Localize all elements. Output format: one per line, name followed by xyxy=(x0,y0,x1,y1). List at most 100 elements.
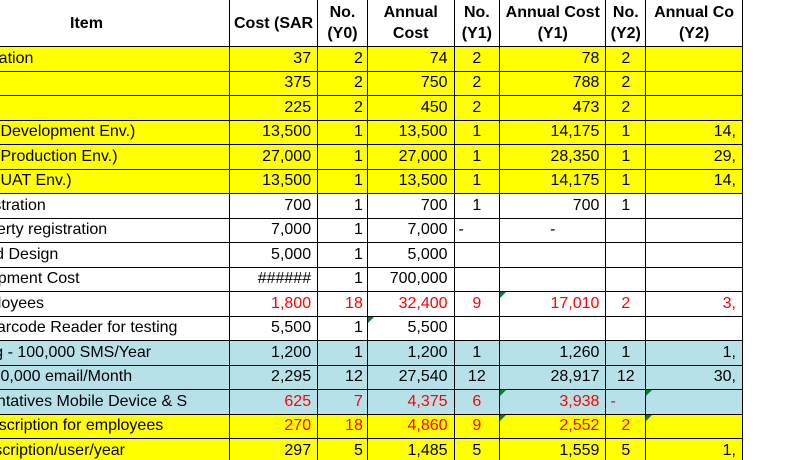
cell-annual-y2[interactable]: 3, xyxy=(645,291,743,317)
cell-no-y1[interactable]: 12 xyxy=(453,364,501,390)
cell-no-y0[interactable]: 7 xyxy=(317,389,368,415)
cell-annual-y1[interactable] xyxy=(499,242,607,268)
cell-no-y1[interactable]: 2 xyxy=(453,95,501,121)
cell-no-y2[interactable]: 12 xyxy=(605,364,647,390)
cell-item[interactable]: or employees xyxy=(0,291,230,317)
cell-item[interactable]: ter & Barcode Reader for testing xyxy=(0,315,230,341)
cell-item[interactable]: y Registration xyxy=(0,193,230,219)
cell-item[interactable]: Development Cost xyxy=(0,266,230,292)
cell-annual-y1[interactable]: 3,938 xyxy=(499,389,607,415)
cell-no-y2[interactable]: 2 xyxy=(605,291,647,317)
header-no-y1[interactable]: No. (Y1) xyxy=(453,0,501,47)
cell-no-y2[interactable]: 1 xyxy=(605,168,647,194)
cell-no-y2[interactable]: 5 xyxy=(605,438,647,460)
cell-annual-y1[interactable]: 17,010 xyxy=(499,291,607,317)
cell-no-y2[interactable]: 2 xyxy=(605,70,647,96)
cell-no-y2[interactable] xyxy=(605,266,647,292)
cell-cost[interactable]: 5,500 xyxy=(228,315,319,341)
cell-annual-y2[interactable] xyxy=(645,193,743,219)
cell-cost[interactable]: 297 xyxy=(228,438,319,460)
cell-annual-y2[interactable] xyxy=(645,266,743,292)
cell-item[interactable]: ssaging - 100,000 SMS/Year xyxy=(0,340,230,366)
cell-annual-y2[interactable]: 14, xyxy=(645,168,743,194)
cell-no-y1[interactable]: 2 xyxy=(453,70,501,96)
cell-no-y1[interactable]: 1 xyxy=(453,144,501,170)
cell-annual-y2[interactable]: 30, xyxy=(645,364,743,390)
cell-item[interactable]: Registration xyxy=(0,46,230,72)
cell-annual[interactable]: 750 xyxy=(366,70,455,96)
cell-no-y0[interactable]: 1 xyxy=(317,119,368,145)
cell-cost[interactable]: 2,295 xyxy=(228,364,319,390)
cell-no-y2[interactable] xyxy=(605,217,647,243)
cell-item[interactable]: al property registration xyxy=(0,217,230,243)
cell-no-y1[interactable]: - xyxy=(453,217,501,243)
cell-no-y1[interactable]: 1 xyxy=(453,340,501,366)
cell-annual-y2[interactable] xyxy=(645,217,743,243)
cell-annual[interactable]: 4,860 xyxy=(366,413,455,439)
header-cost[interactable]: Cost (SAR xyxy=(228,0,319,47)
cell-annual[interactable]: 32,400 xyxy=(366,291,455,317)
cell-annual[interactable]: 13,500 xyxy=(366,168,455,194)
cell-cost[interactable]: 700 xyxy=(228,193,319,219)
cell-no-y0[interactable]: 18 xyxy=(317,291,368,317)
cell-no-y0[interactable]: 1 xyxy=(317,193,368,219)
cell-annual-y1[interactable]: 78 xyxy=(499,46,607,72)
cell-cost[interactable]: 625 xyxy=(228,389,319,415)
header-no-y2[interactable]: No. (Y2) xyxy=(605,0,647,47)
cell-item[interactable]: d Brand Design xyxy=(0,242,230,268)
cell-item[interactable]: et Subscription/user/year xyxy=(0,438,230,460)
cell-item[interactable]: 65 Subscription for employees xyxy=(0,413,230,439)
cell-cost[interactable]: 27,000 xyxy=(228,144,319,170)
cell-no-y2[interactable]: 1 xyxy=(605,119,647,145)
cell-annual-y2[interactable] xyxy=(645,70,743,96)
cell-no-y2[interactable]: 2 xyxy=(605,95,647,121)
cell-no-y2[interactable]: 2 xyxy=(605,46,647,72)
cell-no-y0[interactable]: 18 xyxy=(317,413,368,439)
cell-no-y0[interactable]: 1 xyxy=(317,242,368,268)
cell-annual-y1[interactable]: 14,175 xyxy=(499,168,607,194)
cell-annual-y1[interactable]: 1,559 xyxy=(499,438,607,460)
cell-annual[interactable]: 1,200 xyxy=(366,340,455,366)
cell-no-y1[interactable]: 1 xyxy=(453,168,501,194)
cell-item[interactable]: osting (Development Env.) xyxy=(0,119,230,145)
cell-no-y1[interactable]: 1 xyxy=(453,193,501,219)
cell-cost[interactable]: 13,500 xyxy=(228,168,319,194)
cell-annual-y2[interactable]: 14, xyxy=(645,119,743,145)
cell-annual-y1[interactable]: 14,175 xyxy=(499,119,607,145)
cell-cost[interactable]: 13,500 xyxy=(228,119,319,145)
cell-cost[interactable]: 375 xyxy=(228,70,319,96)
cell-item[interactable]: tificate xyxy=(0,95,230,121)
cell-no-y0[interactable]: 1 xyxy=(317,340,368,366)
cell-annual-y2[interactable] xyxy=(645,242,743,268)
cell-item[interactable]: osting (UAT Env.) xyxy=(0,168,230,194)
cell-no-y0[interactable]: 5 xyxy=(317,438,368,460)
cell-annual[interactable]: 1,485 xyxy=(366,438,455,460)
header-annual-cost[interactable]: Annual Cost xyxy=(366,0,455,47)
cell-annual[interactable]: 5,500 xyxy=(366,315,455,341)
cell-no-y0[interactable]: 2 xyxy=(317,70,368,96)
cell-no-y1[interactable]: 9 xyxy=(453,291,501,317)
cell-no-y0[interactable]: 1 xyxy=(317,217,368,243)
cell-annual-y1[interactable]: - xyxy=(499,217,607,243)
cell-annual-y2[interactable]: 1, xyxy=(645,340,743,366)
cell-annual[interactable]: 7,000 xyxy=(366,217,455,243)
cell-no-y0[interactable]: 1 xyxy=(317,315,368,341)
cell-cost[interactable]: 5,000 xyxy=(228,242,319,268)
cell-item[interactable]: epresentatives Mobile Device & S xyxy=(0,389,230,415)
cell-annual-y1[interactable]: 700 xyxy=(499,193,607,219)
cell-no-y1[interactable]: 9 xyxy=(453,413,501,439)
cell-annual[interactable]: 5,000 xyxy=(366,242,455,268)
cell-annual-y1[interactable]: 473 xyxy=(499,95,607,121)
cell-annual[interactable]: 27,000 xyxy=(366,144,455,170)
cell-annual-y1[interactable]: 2,552 xyxy=(499,413,607,439)
cell-no-y2[interactable]: 1 xyxy=(605,340,647,366)
cell-cost[interactable]: 1,200 xyxy=(228,340,319,366)
cell-cost[interactable]: ###### xyxy=(228,266,319,292)
header-no-y0[interactable]: No. (Y0) xyxy=(317,0,368,47)
cell-annual-y1[interactable] xyxy=(499,315,607,341)
cell-no-y1[interactable]: 5 xyxy=(453,438,501,460)
cell-no-y2[interactable]: - xyxy=(605,389,647,415)
cell-annual[interactable]: 13,500 xyxy=(366,119,455,145)
cell-no-y2[interactable]: 2 xyxy=(605,413,647,439)
cell-annual-y2[interactable]: 29, xyxy=(645,144,743,170)
